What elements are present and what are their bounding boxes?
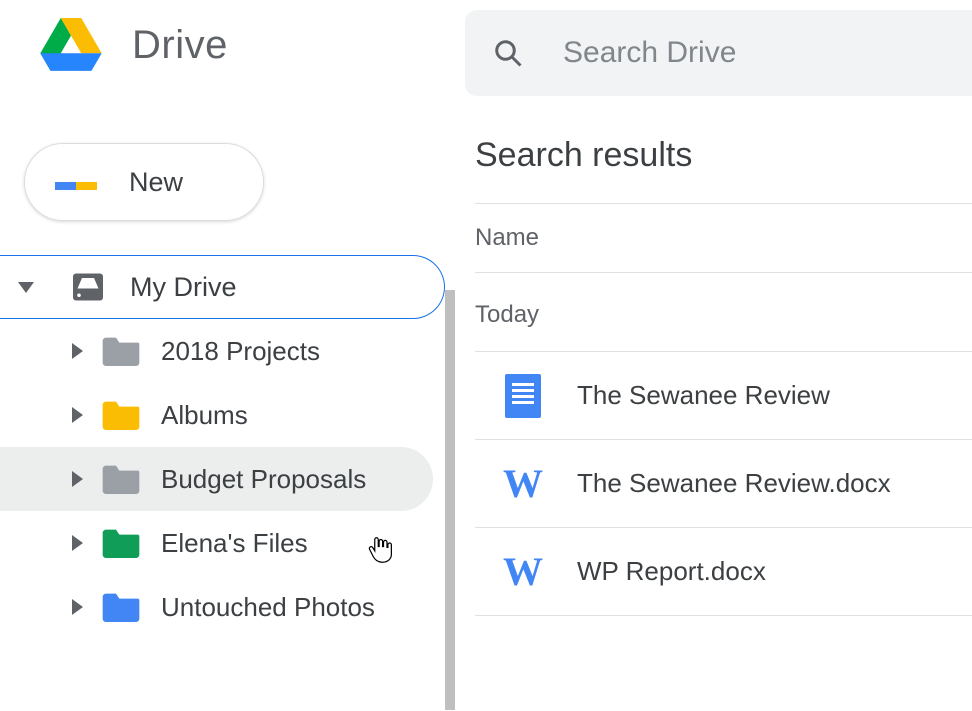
tree-item-my-drive[interactable]: My Drive [0, 255, 445, 319]
chevron-down-icon [18, 282, 34, 293]
file-name: WP Report.docx [577, 556, 766, 587]
tree-item-folder[interactable]: Elena's Files [0, 511, 433, 575]
search-placeholder: Search Drive [563, 36, 736, 70]
column-header-name[interactable]: Name [475, 204, 972, 272]
tree-item-label: My Drive [130, 272, 237, 303]
file-name: The Sewanee Review.docx [577, 468, 891, 499]
tree-item-folder[interactable]: 2018 Projects [0, 319, 433, 383]
tree-item-folder[interactable]: Budget Proposals [0, 447, 433, 511]
new-button-label: New [129, 167, 183, 198]
word-doc-icon: W [503, 552, 543, 592]
folder-icon [101, 398, 141, 432]
scrollbar[interactable] [445, 290, 455, 710]
results-panel: Search results Name Today The Sewanee Re… [445, 136, 972, 616]
search-icon [493, 38, 523, 68]
tree-item-label: 2018 Projects [161, 336, 320, 367]
tree-item-folder[interactable]: Untouched Photos [0, 575, 433, 639]
word-doc-icon: W [503, 464, 543, 504]
file-row[interactable]: W The Sewanee Review.docx [475, 440, 972, 528]
results-title: Search results [475, 136, 972, 175]
folder-icon [101, 590, 141, 624]
new-button[interactable]: New [24, 143, 264, 221]
folder-icon [101, 334, 141, 368]
tree-item-label: Budget Proposals [161, 464, 366, 495]
chevron-right-icon [72, 599, 83, 615]
plus-icon [55, 161, 97, 203]
main-panel: Search Drive Search results Name Today T… [445, 0, 972, 711]
brand-name: Drive [132, 23, 228, 68]
folder-icon [101, 462, 141, 496]
my-drive-icon [70, 269, 106, 305]
chevron-right-icon [72, 407, 83, 423]
search-bar[interactable]: Search Drive [465, 10, 972, 96]
chevron-right-icon [72, 471, 83, 487]
tree-item-label: Untouched Photos [161, 592, 375, 623]
brand[interactable]: Drive [0, 18, 445, 73]
folder-tree: My Drive 2018 Projects Albums Budget Pro… [0, 255, 445, 639]
tree-item-folder[interactable]: Albums [0, 383, 433, 447]
folder-icon [101, 526, 141, 560]
google-docs-icon [503, 376, 543, 416]
tree-item-label: Albums [161, 400, 248, 431]
drive-logo-icon [40, 18, 102, 73]
file-row[interactable]: The Sewanee Review [475, 352, 972, 440]
chevron-right-icon [72, 343, 83, 359]
file-row[interactable]: W WP Report.docx [475, 528, 972, 616]
group-header-today: Today [475, 273, 972, 352]
sidebar: Drive New My Drive 2018 Project [0, 0, 445, 711]
tree-item-label: Elena's Files [161, 528, 308, 559]
file-name: The Sewanee Review [577, 380, 830, 411]
chevron-right-icon [72, 535, 83, 551]
